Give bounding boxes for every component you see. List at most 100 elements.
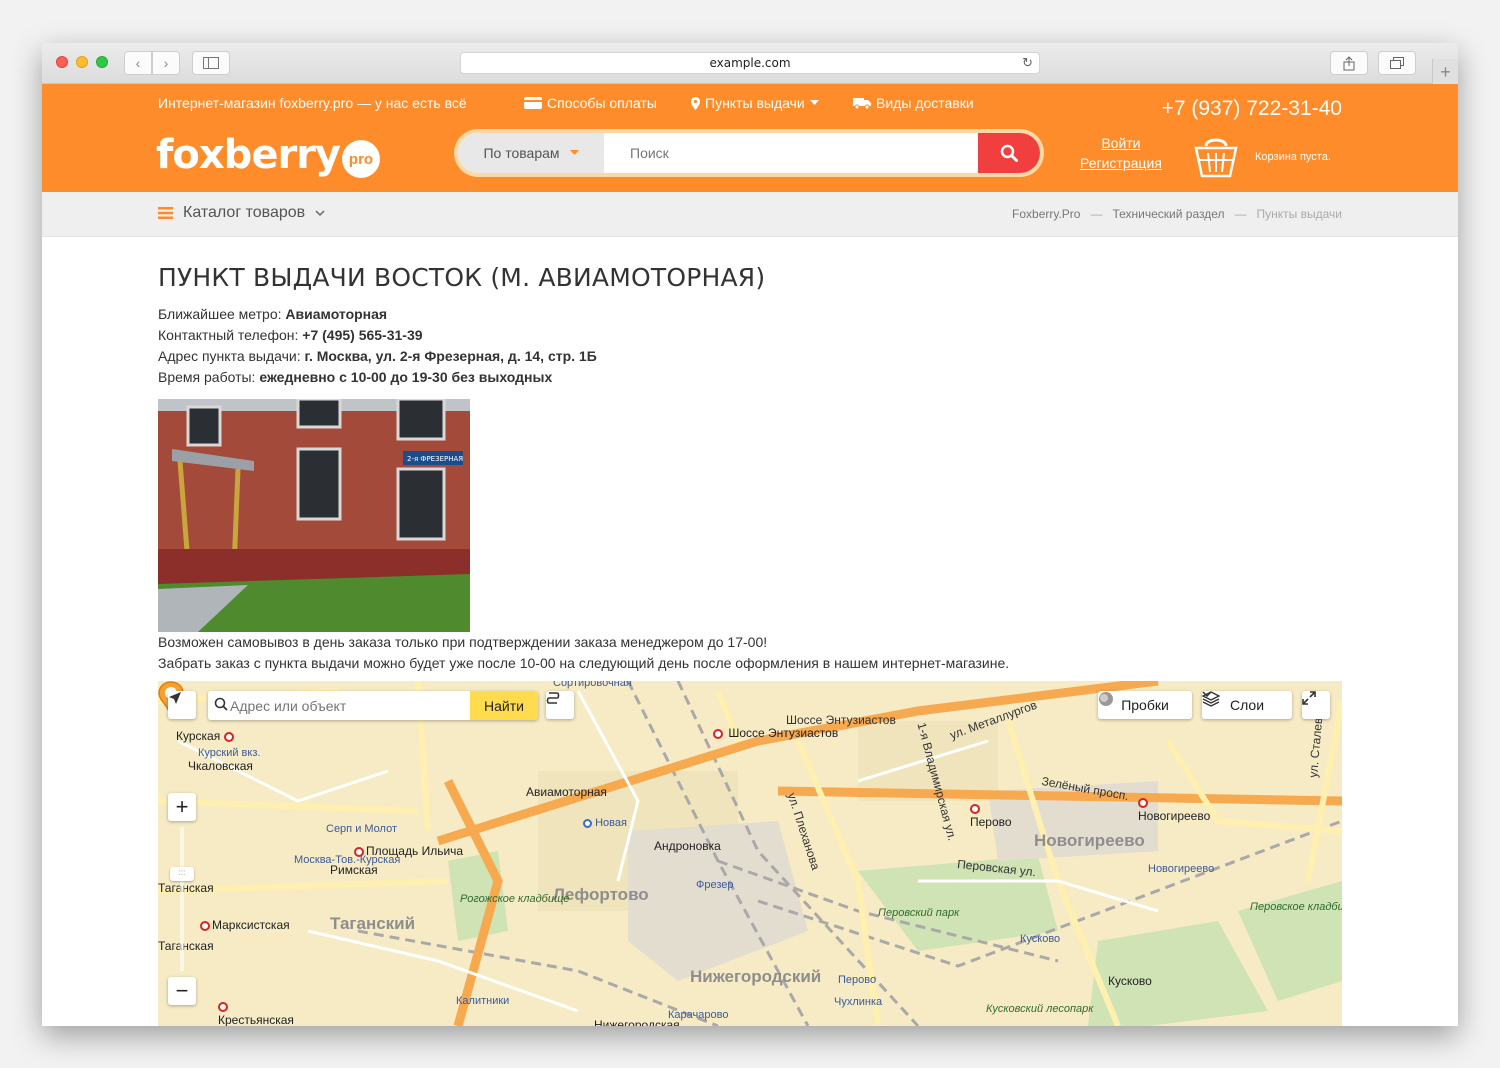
tabs-overview-button[interactable] — [1378, 51, 1416, 75]
expand-icon — [1302, 691, 1316, 705]
metro-label-text: Шоссе Энтузиастов — [728, 726, 839, 740]
site-header: Интернет-магазин foxberry.pro — у нас ес… — [42, 84, 1458, 192]
catalog-bar: Каталог товаров Foxberry.Pro — Техническ… — [42, 192, 1458, 237]
map-station-label: Москва-Тов.-Курская — [294, 854, 401, 866]
breadcrumb-current: Пункты выдачи — [1256, 207, 1342, 221]
map-station-label: Калитники — [456, 995, 510, 1007]
map-district: Нижегородский — [690, 967, 822, 986]
share-button[interactable] — [1330, 51, 1368, 75]
site-tagline: Интернет-магазин foxberry.pro — у нас ес… — [158, 95, 467, 111]
forward-button[interactable]: › — [152, 51, 180, 75]
traffic-light-icon — [1099, 692, 1113, 706]
fullscreen-button[interactable] — [1302, 691, 1330, 719]
map-station-label: Кусково — [1020, 933, 1061, 945]
catalog-label: Каталог товаров — [183, 204, 306, 221]
caret-down-icon — [809, 100, 819, 105]
breadcrumb-home[interactable]: Foxberry.Pro — [1012, 207, 1080, 221]
header-phone[interactable]: +7 (937) 722-31-40 — [1162, 97, 1342, 121]
nav-payment-label: Способы оплаты — [547, 95, 657, 111]
basket-icon[interactable] — [1192, 132, 1240, 180]
map-metro-label: Перово — [970, 801, 1012, 829]
chevron-down-icon — [315, 209, 325, 216]
sidebar-icon — [203, 57, 219, 69]
close-window-button[interactable] — [56, 56, 68, 68]
reload-icon[interactable]: ↻ — [1022, 54, 1033, 74]
zoom-slider-handle[interactable]: ::: — [170, 867, 194, 881]
map-station-label: Сортировочная — [553, 681, 632, 689]
metro-row: Ближайшее метро: Авиамоторная — [158, 304, 1342, 325]
truck-icon — [853, 98, 871, 109]
map-metro-label: Марксистская — [200, 918, 290, 932]
register-link[interactable]: Регистрация — [1080, 153, 1162, 173]
logo-badge: pro — [342, 140, 380, 178]
map-place-label: Рогожское кладбище — [460, 893, 570, 905]
map-find-button[interactable]: Найти — [470, 691, 538, 720]
search-icon — [1000, 144, 1018, 162]
pickup-map[interactable]: Лефортово Таганский Нижегородский Новоги… — [158, 681, 1342, 1026]
nav-pickup-points-link[interactable]: Пункты выдачи — [691, 95, 819, 111]
search-category-select[interactable]: По товарам — [458, 133, 604, 173]
nav-delivery-link[interactable]: Виды доставки — [853, 95, 974, 111]
sidebar-toggle-button[interactable] — [192, 51, 230, 75]
pickup-note-1: Возможен самовывоз в день заказа только … — [158, 634, 768, 650]
search-button[interactable] — [978, 133, 1040, 173]
nav-pickup-points-label: Пункты выдачи — [705, 95, 805, 111]
map-metro-label: Таганская — [158, 939, 214, 953]
map-search-input[interactable] — [208, 691, 470, 720]
search-input[interactable] — [604, 133, 978, 173]
nav-payment-link[interactable]: Способы оплаты — [524, 95, 657, 111]
zoom-out-button[interactable]: − — [168, 977, 196, 1005]
metro-icon — [1138, 797, 1148, 808]
maximize-window-button[interactable] — [96, 56, 108, 68]
address-label: Адрес пункта выдачи: — [158, 348, 301, 364]
traffic-button[interactable]: Пробки — [1098, 691, 1192, 719]
layers-button[interactable]: Слои — [1202, 691, 1292, 719]
map-station-label: Нижегородская — [594, 1018, 680, 1026]
metro-label-text: Новогиреево — [1138, 809, 1211, 823]
catalog-menu-button[interactable]: Каталог товаров — [158, 204, 325, 222]
zoom-slider-track[interactable] — [180, 827, 184, 971]
metro-icon — [200, 920, 210, 931]
page-title: ПУНКТ ВЫДАЧИ ВОСТОК (М. АВИАМОТОРНАЯ) — [158, 263, 766, 292]
map-station-label: Серп и Молот — [326, 823, 398, 835]
navigation-arrow-icon — [169, 692, 181, 704]
minimize-window-button[interactable] — [76, 56, 88, 68]
url-text: example.com — [709, 56, 791, 70]
zoom-in-button[interactable]: + — [168, 793, 196, 821]
breadcrumb: Foxberry.Pro — Технический раздел — Пунк… — [1012, 207, 1342, 221]
phone-row: Контактный телефон: +7 (495) 565-31-39 — [158, 325, 1342, 346]
map-metro-label: Новогиреево — [1138, 795, 1210, 823]
address-value: г. Москва, ул. 2-я Фрезерная, д. 14, стр… — [304, 348, 597, 364]
map-district: Таганский — [330, 914, 416, 933]
map-metro-label: Авиамоторная — [526, 785, 607, 799]
chevron-left-icon: ‹ — [135, 55, 141, 71]
breadcrumb-section[interactable]: Технический раздел — [1112, 207, 1224, 221]
new-tab-button[interactable]: + — [1432, 59, 1458, 85]
metro-label-text: Курская — [176, 729, 221, 743]
map-district: Новогиреево — [1034, 831, 1145, 850]
map-station-label: Чухлинка — [834, 996, 883, 1008]
metro-label-text: Авиамоторная — [526, 785, 607, 799]
search-category-label: По товарам — [483, 145, 560, 161]
geolocation-button[interactable] — [168, 691, 196, 719]
credit-card-icon — [524, 97, 542, 109]
login-link[interactable]: Войти — [1080, 133, 1162, 153]
map-metro-label: Курская — [176, 729, 236, 743]
route-icon — [546, 692, 560, 704]
share-icon — [1343, 55, 1355, 70]
minus-icon: − — [175, 978, 189, 1003]
map-metro-label: Шоссе Энтузиастов — [713, 727, 838, 739]
map-station-label: Андроновка — [654, 839, 721, 853]
phone-label: Контактный телефон: — [158, 327, 299, 343]
cart-status[interactable]: Корзина пуста. — [1255, 151, 1331, 163]
breadcrumb-separator: — — [1090, 207, 1103, 221]
site-logo[interactable]: foxberry — [156, 132, 341, 178]
map-station-label: Новогиреево — [1148, 863, 1215, 875]
route-button[interactable] — [546, 691, 574, 719]
chevron-down-icon — [1202, 691, 1212, 698]
back-button[interactable]: ‹ — [124, 51, 152, 75]
breadcrumb-separator: — — [1234, 207, 1247, 221]
address-bar[interactable]: example.com ↻ — [460, 52, 1040, 74]
search-bar: По товарам — [454, 129, 1044, 177]
search-inner: По товарам — [458, 133, 1040, 173]
